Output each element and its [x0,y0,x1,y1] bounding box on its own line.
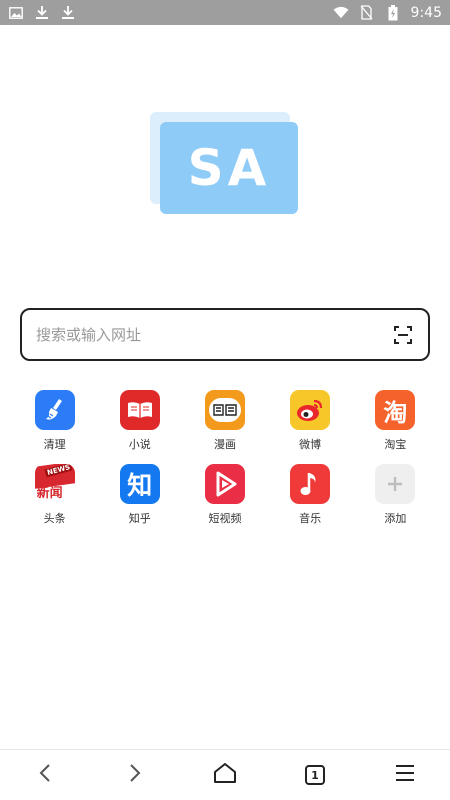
tabs-button[interactable]: 1 [295,755,335,795]
news-glyph: 新闻 [36,486,63,501]
shortcut-weibo[interactable]: 微博 [268,390,353,452]
forward-icon[interactable] [128,763,142,787]
tab-count: 1 [311,768,319,782]
status-bar-left [8,5,76,21]
logo-text: SA [187,139,271,197]
shortcut-zhihu[interactable]: 知 知乎 [97,464,182,526]
battery-charging-icon [385,4,401,21]
status-bar-right: 9:45 [333,4,442,21]
shortcut-add[interactable]: 添加 [353,464,438,526]
image-icon [8,5,24,21]
home-icon[interactable] [213,762,237,788]
video-icon[interactable] [204,464,245,504]
status-time: 9:45 [410,4,442,21]
shortcut-comic[interactable]: 漫画 [182,390,267,452]
taobao-icon[interactable]: 淘 [375,390,416,430]
search-placeholder[interactable]: 搜索或输入网址 [36,324,392,345]
shortcut-label: 微博 [299,438,322,451]
shortcut-label: 漫画 [213,438,236,451]
book-icon[interactable] [119,390,160,430]
download-icon [60,5,76,21]
status-bar: 9:45 [0,0,450,25]
broom-icon[interactable] [34,390,75,430]
plus-icon[interactable] [375,464,416,504]
wifi-icon [333,5,349,21]
shortcut-headlines[interactable]: NEWS 新闻 头条 [12,464,97,526]
shortcut-label: 知乎 [128,512,151,525]
shortcut-label: 短视频 [208,512,242,525]
news-icon[interactable]: NEWS 新闻 [34,464,75,504]
home-button[interactable] [205,755,245,795]
back-button[interactable] [25,755,65,795]
shortcut-label: 淘宝 [384,438,407,451]
shortcut-label: 音乐 [299,512,322,525]
shortcut-label: 清理 [43,438,66,451]
taobao-glyph: 淘 [383,398,408,427]
back-icon[interactable] [38,763,52,787]
logo-front-card: SA [160,122,298,214]
shortcut-label: 添加 [384,512,407,525]
download-icon [34,5,50,21]
menu-button[interactable] [385,755,425,795]
zhihu-glyph: 知 [127,471,153,500]
zhihu-icon[interactable]: 知 [119,464,160,504]
app-logo: SA [150,112,300,216]
menu-icon[interactable] [394,764,416,786]
browser-home-screen: 9:45 SA 搜索或输入网址 清理 小说 漫画 微博 淘 淘宝 NEWS 新闻… [0,0,450,800]
no-sim-icon [359,5,375,21]
shortcut-label: 小说 [128,438,151,451]
shortcut-grid: 清理 小说 漫画 微博 淘 淘宝 NEWS 新闻 头条 知 知乎 短视频 音乐 … [12,390,438,526]
shortcut-music[interactable]: 音乐 [268,464,353,526]
comic-icon[interactable] [204,390,245,430]
weibo-icon[interactable] [290,390,331,430]
shortcut-short-video[interactable]: 短视频 [182,464,267,526]
scan-icon[interactable] [392,324,414,346]
music-icon[interactable] [290,464,331,504]
forward-button[interactable] [115,755,155,795]
shortcut-cleanup[interactable]: 清理 [12,390,97,452]
tabs-icon[interactable]: 1 [305,765,325,785]
shortcut-label: 头条 [43,512,66,525]
bottom-nav: 1 [0,749,450,800]
shortcut-taobao[interactable]: 淘 淘宝 [353,390,438,452]
shortcut-novel[interactable]: 小说 [97,390,182,452]
search-input[interactable]: 搜索或输入网址 [20,308,430,361]
